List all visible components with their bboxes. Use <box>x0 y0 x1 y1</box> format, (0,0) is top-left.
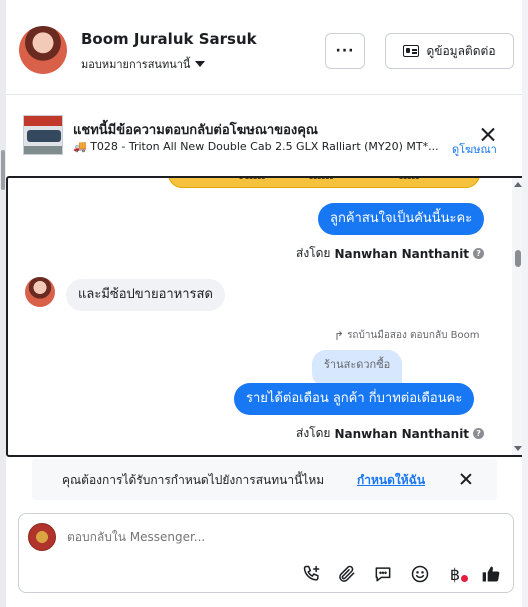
image-attachment-preview[interactable]: ▪ ▪▪▪▪▪ ▪▪▪▪▪▪ ▪▪▪▪▪ <box>168 178 480 188</box>
message-bubble-incoming[interactable]: และมีซ้อปขายอาหารสด <box>66 279 225 311</box>
sent-by-line: ส่งโดย Nanwhan Nanthanit ? <box>296 244 485 263</box>
page-avatar <box>28 523 56 551</box>
baht-icon[interactable]: ฿ <box>443 562 467 586</box>
assign-label: มอบหมายการสนทนานี้ <box>81 58 191 71</box>
assign-suggestion-bar: คุณต้องการได้รับการกำหนดไปยังการสนทนานี้… <box>32 459 497 500</box>
sent-by-name: Nanwhan Nanthanit <box>334 426 470 441</box>
contact-avatar-small[interactable] <box>25 277 55 307</box>
close-icon[interactable] <box>458 471 474 487</box>
chat-bubble-icon[interactable] <box>371 562 395 586</box>
paperclip-icon[interactable] <box>335 562 359 586</box>
truck-icon: 🚚 <box>73 140 87 153</box>
emoji-icon[interactable] <box>408 562 432 586</box>
close-icon[interactable] <box>478 125 498 145</box>
sent-by-name: Nanwhan Nanthanit <box>334 246 470 261</box>
help-icon[interactable]: ? <box>473 248 485 259</box>
sent-by-prefix: ส่งโดย <box>296 246 331 260</box>
notification-dot <box>461 575 468 582</box>
more-options-button[interactable]: ··· <box>325 33 365 69</box>
assign-conversation-dropdown[interactable]: มอบหมายการสนทนานี้ <box>81 55 206 73</box>
phone-plus-icon[interactable] <box>300 562 324 586</box>
ad-banner-title: แชทนี้มีข้อความตอบกลับต่อโฆษณาของคุณ <box>73 123 318 138</box>
message-bubble-outgoing[interactable]: รายได้ต่อเดือน ลูกค้า กี่บาทต่อเดือนคะ <box>234 383 475 415</box>
thread-scrollbar-thumb[interactable] <box>515 250 521 267</box>
ad-thumbnail <box>23 115 63 155</box>
sent-by-line: ส่งโดย Nanwhan Nanthanit ? <box>296 424 485 443</box>
sent-by-prefix: ส่งโดย <box>296 426 331 440</box>
ad-reply-banner: แชทนี้มีข้อความตอบกลับต่อโฆษณาของคุณ 🚚 T… <box>6 95 522 175</box>
ad-name: T028 - Triton All New Double Cab 2.5 GLX… <box>90 140 439 153</box>
ad-banner-subtitle: 🚚 T028 - Triton All New Double Cab 2.5 G… <box>73 140 443 153</box>
message-thread[interactable]: ▪ ▪▪▪▪▪ ▪▪▪▪▪▪ ▪▪▪▪▪ ลูกค้าสนใจเป็นคันนี้น… <box>6 176 526 457</box>
reply-note-text: รถบ้านมือสอง ตอบกลับ Boom <box>347 330 480 341</box>
right-scrollbar[interactable] <box>522 0 528 607</box>
chevron-down-icon <box>195 61 206 67</box>
conversation-header: Boom Juraluk Sarsuk มอบหมายการสนทนานี้ ·… <box>6 0 522 95</box>
reply-input[interactable] <box>67 530 467 544</box>
scroll-down-icon[interactable] <box>514 446 522 451</box>
scroll-up-icon[interactable] <box>514 182 522 187</box>
reply-note: ↱ รถบ้านมือสอง ตอบกลับ Boom <box>334 328 479 343</box>
id-card-icon <box>403 45 420 57</box>
message-bubble-outgoing[interactable]: ลูกค้าสนใจเป็นคันนี้นะคะ <box>318 203 485 235</box>
contact-name[interactable]: Boom Juraluk Sarsuk <box>81 30 257 48</box>
messenger-conversation-panel: Boom Juraluk Sarsuk มอบหมายการสนทนานี้ ·… <box>0 0 528 607</box>
left-scrollbar-thumb[interactable] <box>1 150 5 190</box>
view-contact-info-label: ดูข้อมูลติดต่อ <box>426 43 496 58</box>
assign-to-me-link[interactable]: กำหนดให้ฉัน <box>357 471 425 490</box>
quoted-message[interactable]: ร้านสะดวกซื้อ <box>312 350 403 387</box>
composer-toolbar: ฿ <box>19 560 515 588</box>
reply-arrow-icon: ↱ <box>334 328 345 343</box>
help-icon[interactable]: ? <box>473 428 485 439</box>
thumbs-up-icon[interactable] <box>479 562 503 586</box>
assign-suggestion-text: คุณต้องการได้รับการกำหนดไปยังการสนทนานี้… <box>62 473 325 487</box>
contact-avatar[interactable] <box>19 26 67 74</box>
reply-composer: ฿ <box>18 513 514 593</box>
view-contact-info-button[interactable]: ดูข้อมูลติดต่อ <box>385 33 514 69</box>
